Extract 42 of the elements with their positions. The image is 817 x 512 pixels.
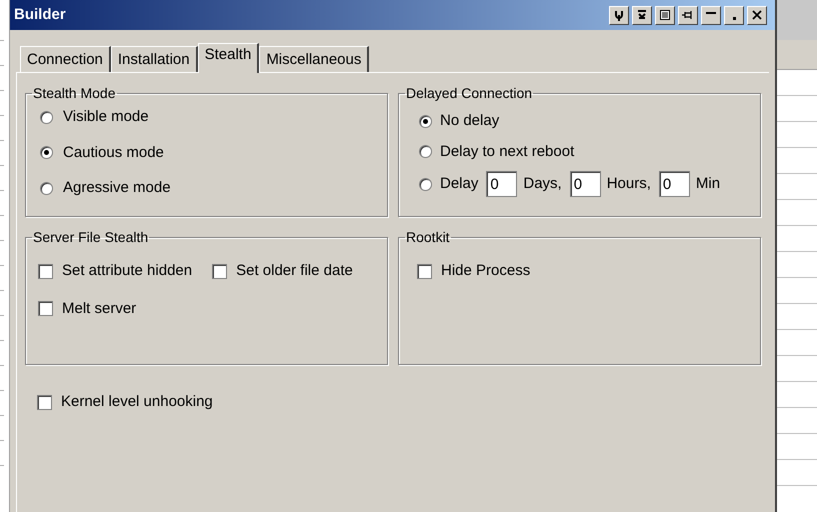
checkbox-label: Melt server: [62, 298, 136, 318]
checkbox-label: Kernel level unhooking: [61, 392, 213, 412]
fork-icon[interactable]: [609, 6, 629, 24]
number-field[interactable]: 0: [486, 171, 518, 197]
tab[interactable]: Miscellaneous: [259, 46, 370, 72]
minimize-icon[interactable]: [701, 6, 721, 24]
unit-label: Hours,: [606, 174, 651, 194]
radio-label: Cautious mode: [63, 142, 164, 162]
checkbox[interactable]: [38, 301, 53, 316]
close-icon[interactable]: [747, 6, 767, 24]
group-title: Stealth Mode: [32, 84, 116, 103]
radio-label: Visible mode: [63, 107, 149, 127]
checkbox[interactable]: [212, 264, 228, 279]
pin-icon[interactable]: [678, 6, 698, 24]
unit-label: Min: [696, 174, 720, 194]
tab[interactable]: Connection: [20, 46, 111, 72]
checkbox-label: Hide Process: [441, 261, 530, 281]
radio-button[interactable]: [419, 114, 432, 128]
number-field[interactable]: 0: [658, 171, 690, 197]
radio-label: Agressive mode: [63, 178, 171, 198]
grid-icon[interactable]: [655, 6, 675, 24]
radio-button[interactable]: [419, 145, 432, 158]
radio-label: Delay to next reboot: [440, 142, 574, 162]
group-title: Rootkit: [405, 228, 451, 247]
group-title: Server File Stealth: [32, 228, 150, 247]
radio-button[interactable]: [419, 178, 432, 190]
radio-button[interactable]: [40, 146, 53, 160]
group-title: Delayed Connection: [405, 84, 534, 103]
checkbox-label: Set older file date: [236, 261, 353, 281]
window-title: Builder: [14, 4, 66, 25]
radio-button[interactable]: [40, 182, 53, 195]
checkbox[interactable]: [37, 394, 52, 410]
checkbox[interactable]: [38, 264, 53, 279]
radio-label: Delay: [440, 174, 478, 194]
number-field[interactable]: 0: [570, 171, 601, 197]
radio-label: No delay: [440, 111, 500, 131]
unit-label: Days,: [523, 174, 562, 194]
checkbox-label: Set attribute hidden: [62, 261, 192, 281]
tab[interactable]: Stealth: [198, 43, 260, 73]
checkbox[interactable]: [417, 264, 432, 279]
tab[interactable]: Installation: [110, 46, 198, 72]
radio-button[interactable]: [40, 110, 53, 124]
